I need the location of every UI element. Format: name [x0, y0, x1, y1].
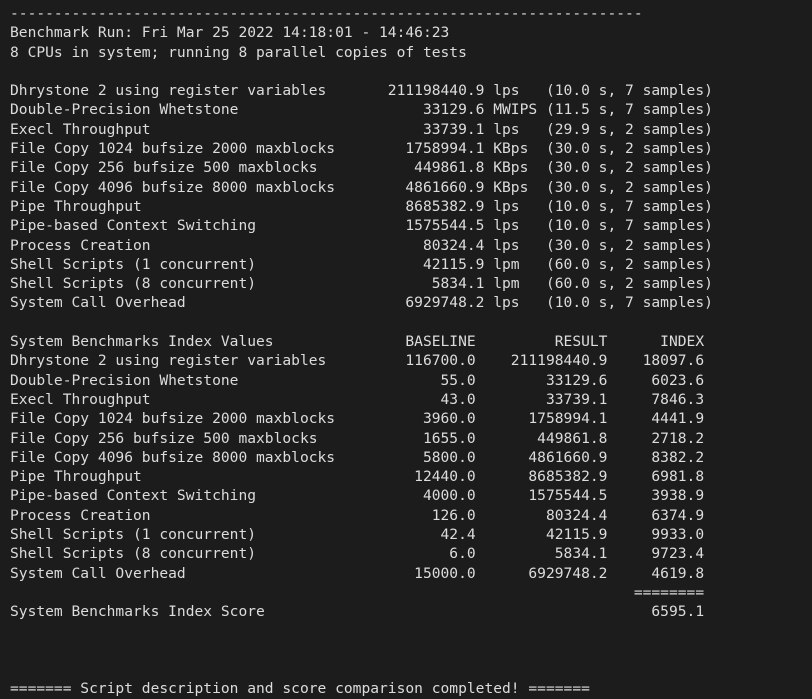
benchmark-output-text: ----------------------------------------…: [10, 5, 713, 698]
terminal-window: ----------------------------------------…: [0, 0, 812, 697]
